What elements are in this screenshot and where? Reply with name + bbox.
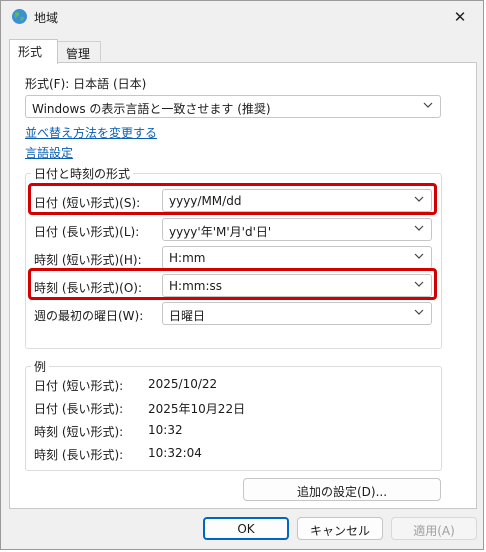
short-time-label: 時刻 (短い形式)(H):	[34, 253, 142, 267]
format-dropdown[interactable]: Windows の表示言語と一致させます (推奨)	[25, 95, 441, 118]
additional-settings-button[interactable]: 追加の設定(D)...	[243, 478, 441, 501]
region-dialog: 地域 ✕ 形式 管理 形式(F): 日本語 (日本) Windows の表示言語…	[0, 0, 484, 550]
format-dropdown-value: Windows の表示言語と一致させます (推奨)	[32, 102, 271, 116]
example-long-time-label: 時刻 (長い形式):	[34, 448, 124, 462]
first-day-label: 週の最初の曜日(W):	[34, 309, 144, 323]
highlight-short-date	[28, 183, 437, 215]
example-short-time-value: 10:32	[148, 423, 183, 437]
first-day-dropdown[interactable]: 日曜日	[162, 302, 432, 325]
globe-icon	[12, 9, 27, 24]
datetime-group-title: 日付と時刻の形式	[31, 165, 134, 182]
short-time-value: H:mm	[169, 251, 206, 265]
example-long-time-value: 10:32:04	[148, 446, 202, 460]
title-bar[interactable]: 地域 ✕	[1, 1, 483, 33]
example-short-time-label: 時刻 (短い形式):	[34, 425, 124, 439]
chevron-down-icon	[414, 309, 424, 315]
first-day-value: 日曜日	[169, 309, 206, 323]
chevron-down-icon	[414, 225, 424, 231]
long-date-value: yyyy'年'M'月'd'日'	[169, 225, 272, 239]
example-long-date-label: 日付 (長い形式):	[34, 402, 124, 416]
chevron-down-icon	[423, 102, 433, 108]
long-date-dropdown[interactable]: yyyy'年'M'月'd'日'	[162, 218, 432, 241]
chevron-down-icon	[414, 253, 424, 259]
format-panel: 形式(F): 日本語 (日本) Windows の表示言語と一致させます (推奨…	[9, 62, 477, 509]
window-title: 地域	[34, 11, 59, 25]
format-label: 形式(F): 日本語 (日本)	[25, 77, 147, 91]
close-button[interactable]: ✕	[437, 1, 483, 33]
language-settings-link[interactable]: 言語設定	[25, 144, 73, 161]
long-date-label: 日付 (長い形式)(L):	[34, 225, 140, 239]
example-group-title: 例	[31, 358, 50, 375]
sort-method-link[interactable]: 並べ替え方法を変更する	[25, 124, 157, 141]
short-time-dropdown[interactable]: H:mm	[162, 246, 432, 269]
tab-administrative[interactable]: 管理	[57, 41, 101, 61]
apply-button[interactable]: 適用(A)	[391, 517, 477, 540]
tab-format[interactable]: 形式	[9, 39, 58, 64]
highlight-long-time	[28, 268, 437, 300]
cancel-button[interactable]: キャンセル	[297, 517, 383, 540]
example-long-date-value: 2025年10月22日	[148, 402, 246, 416]
close-icon: ✕	[453, 8, 467, 26]
example-short-date-label: 日付 (短い形式):	[34, 379, 124, 393]
example-short-date-value: 2025/10/22	[148, 377, 218, 391]
ok-button[interactable]: OK	[203, 517, 289, 540]
